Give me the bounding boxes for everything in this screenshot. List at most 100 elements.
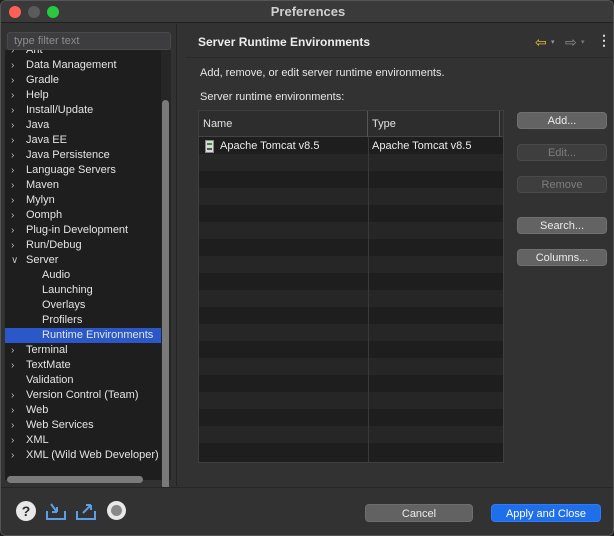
table-row-background (199, 307, 503, 324)
runtime-environments-table: Name Type Apache Tomcat v8.5 Apache Tomc… (198, 110, 504, 463)
tree-item[interactable]: Runtime Environments (5, 328, 161, 343)
chevron-right-icon[interactable]: › (11, 88, 21, 103)
search-button[interactable]: Search... (517, 217, 607, 234)
tree-item[interactable]: › Web (5, 403, 161, 418)
tree-item-label: Java Persistence (26, 149, 110, 161)
chevron-right-icon[interactable]: › (11, 433, 21, 448)
chevron-right-icon[interactable]: › (11, 208, 21, 223)
tree-item[interactable]: › Ant (5, 50, 161, 58)
table-row-background (199, 358, 503, 375)
tree-item[interactable]: › Data Management (5, 58, 161, 73)
runtime-type-cell: Apache Tomcat v8.5 (372, 140, 472, 152)
add-button[interactable]: Add... (517, 112, 607, 129)
tree-item[interactable]: › Web Services (5, 418, 161, 433)
tree-item[interactable]: › Version Control (Team) (5, 388, 161, 403)
tree-item-label: Web (26, 404, 49, 416)
chevron-right-icon[interactable]: › (11, 118, 21, 133)
table-row-background (199, 324, 503, 341)
tree-item[interactable]: › Plug-in Development (5, 223, 161, 238)
tree-item[interactable]: › TextMate (5, 358, 161, 373)
remove-button[interactable]: Remove (517, 176, 607, 193)
tree-item[interactable]: › XML (Wild Web Developer) (5, 448, 161, 463)
back-arrow-icon[interactable]: ⇦ (535, 34, 547, 51)
import-icon[interactable] (45, 501, 67, 521)
chevron-right-icon[interactable]: › (11, 148, 21, 163)
tree-item[interactable]: › Java (5, 118, 161, 133)
chevron-down-icon[interactable]: ∨ (11, 253, 21, 268)
chevron-right-icon[interactable]: › (11, 358, 21, 373)
tree-item-label: Data Management (26, 59, 117, 71)
tree-item[interactable]: › Mylyn (5, 193, 161, 208)
cancel-button[interactable]: Cancel (365, 504, 473, 522)
tree-item[interactable]: › Help (5, 88, 161, 103)
chevron-right-icon[interactable]: › (11, 403, 21, 418)
table-row-background (199, 205, 503, 222)
tree-item[interactable]: › Maven (5, 178, 161, 193)
export-icon[interactable] (75, 501, 97, 521)
tree-item[interactable]: › Oomph (5, 208, 161, 223)
tree-item[interactable]: › XML (5, 433, 161, 448)
chevron-right-icon[interactable]: › (11, 50, 21, 58)
forward-dropdown-icon[interactable]: ▾ (581, 38, 585, 46)
server-runtime-icon (205, 140, 214, 153)
chevron-right-icon[interactable]: › (11, 193, 21, 208)
chevron-right-icon[interactable]: › (11, 418, 21, 433)
chevron-right-icon[interactable]: › (11, 178, 21, 193)
chevron-right-icon[interactable]: › (11, 103, 21, 118)
chevron-right-icon[interactable]: › (11, 58, 21, 73)
column-header-name[interactable]: Name (203, 118, 232, 130)
chevron-right-icon[interactable]: › (11, 343, 21, 358)
table-row-background (199, 188, 503, 205)
preference-page: Server Runtime Environments ⇦ ▾ ⇨ ▾ ⋮ Ad… (186, 24, 613, 486)
page-header: Server Runtime Environments ⇦ ▾ ⇨ ▾ ⋮ (186, 24, 613, 58)
column-header-type[interactable]: Type (372, 118, 396, 130)
tree-vertical-scrollbar[interactable] (161, 50, 171, 492)
edit-button[interactable]: Edit... (517, 144, 607, 161)
table-row-background (199, 409, 503, 426)
tree-item[interactable]: › Java EE (5, 133, 161, 148)
tree-item-label: Language Servers (26, 164, 116, 176)
tree-item[interactable]: Overlays (5, 298, 161, 313)
tree-item[interactable]: › Terminal (5, 343, 161, 358)
page-title: Server Runtime Environments (198, 35, 371, 49)
column-divider[interactable] (367, 111, 368, 137)
tree-item[interactable]: › Gradle (5, 73, 161, 88)
tree-item-label: Terminal (26, 344, 68, 356)
tree-item[interactable]: › Java Persistence (5, 148, 161, 163)
back-dropdown-icon[interactable]: ▾ (551, 38, 555, 46)
chevron-right-icon[interactable]: › (11, 238, 21, 253)
tree-item[interactable]: › Language Servers (5, 163, 161, 178)
tree-item[interactable]: Profilers (5, 313, 161, 328)
column-divider[interactable] (499, 111, 500, 137)
record-icon[interactable] (107, 501, 126, 520)
runtime-name-cell: Apache Tomcat v8.5 (220, 140, 320, 152)
tree-item-label: Install/Update (26, 104, 94, 116)
filter-input[interactable] (7, 32, 171, 50)
table-row-background (199, 341, 503, 358)
chevron-right-icon[interactable]: › (11, 223, 21, 238)
tree-scroll-thumb[interactable] (162, 100, 169, 492)
tree-item[interactable]: › Install/Update (5, 103, 161, 118)
view-menu-icon[interactable]: ⋮ (597, 33, 611, 47)
chevron-right-icon[interactable]: › (11, 163, 21, 178)
tree-item[interactable]: › Run/Debug (5, 238, 161, 253)
title-bar: Preferences (1, 1, 613, 23)
tree-item[interactable]: ∨ Server (5, 253, 161, 268)
table-row-background (199, 222, 503, 239)
chevron-right-icon[interactable]: › (11, 73, 21, 88)
tree-item-label: Audio (42, 269, 71, 281)
forward-arrow-icon[interactable]: ⇨ (565, 34, 577, 51)
tree-item[interactable]: Audio (5, 268, 161, 283)
help-icon[interactable]: ? (16, 501, 36, 521)
tree-hscroll-thumb[interactable] (7, 476, 143, 483)
chevron-right-icon[interactable]: › (11, 388, 21, 403)
chevron-right-icon[interactable]: › (11, 133, 21, 148)
columns-button[interactable]: Columns... (517, 249, 607, 266)
apply-and-close-button[interactable]: Apply and Close (491, 504, 601, 522)
tree-item[interactable]: Launching (5, 283, 161, 298)
tree-item-label: Gradle (26, 74, 60, 86)
tree-horizontal-scrollbar[interactable] (5, 476, 161, 484)
chevron-right-icon[interactable]: › (11, 448, 21, 463)
tree-item-label: Java EE (26, 134, 67, 146)
tree-item[interactable]: Validation (5, 373, 161, 388)
